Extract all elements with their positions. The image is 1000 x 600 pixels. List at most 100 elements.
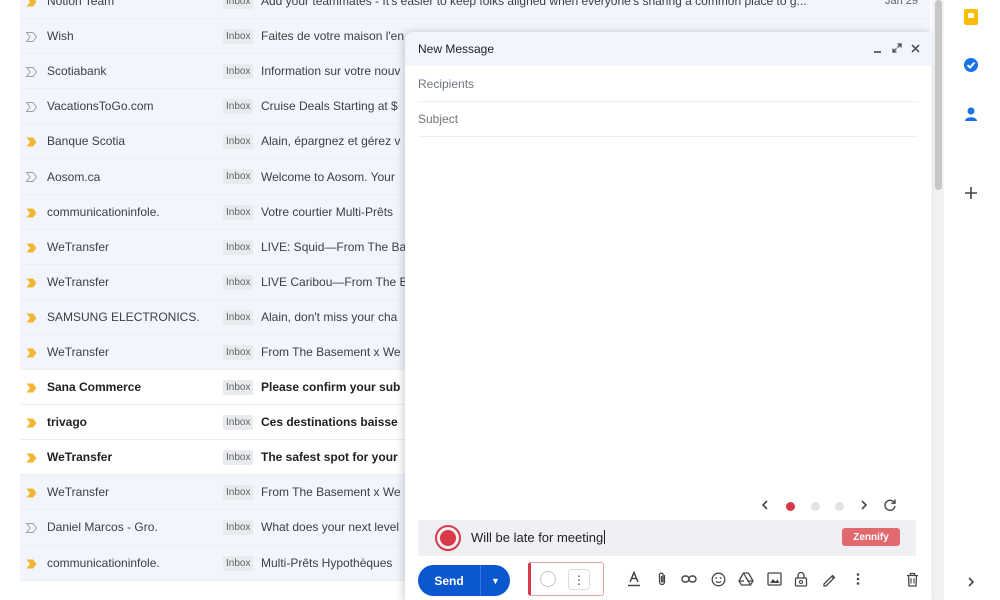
add-icon[interactable] — [962, 184, 980, 202]
compose-toolbar: Send ▼ ⋮ — [418, 562, 918, 598]
inbox-label-badge[interactable]: Inbox — [223, 450, 254, 466]
inbox-label-badge[interactable]: Inbox — [223, 485, 254, 501]
send-label: Send — [434, 573, 464, 588]
important-marker-icon[interactable] — [26, 136, 37, 147]
important-marker-icon[interactable] — [26, 312, 37, 323]
sender-name: Notion Team — [47, 0, 115, 9]
inbox-label-badge[interactable]: Inbox — [223, 380, 254, 396]
sender-name: Daniel Marcos - Gro. — [47, 520, 158, 535]
link-icon[interactable] — [681, 571, 697, 587]
important-marker-icon[interactable] — [26, 242, 37, 253]
zen-logo-icon — [435, 525, 461, 551]
refresh-icon[interactable] — [883, 498, 897, 515]
not-important-marker-icon[interactable] — [25, 31, 38, 43]
send-options-icon[interactable]: ▼ — [481, 576, 510, 586]
more-options-icon[interactable] — [850, 571, 866, 587]
compose-controls — [872, 42, 921, 54]
sender-name: Aosom.ca — [47, 169, 101, 184]
scrollbar-thumb[interactable] — [935, 0, 942, 190]
not-important-marker-icon[interactable] — [25, 101, 38, 113]
gmail-window: Notion Team Inbox Add your teammates - It'… — [0, 0, 1000, 600]
pager-dot[interactable] — [811, 502, 820, 511]
extension-box: ⋮ — [528, 562, 604, 596]
extension-status-icon[interactable] — [540, 571, 556, 587]
sender-name: Sana Commerce — [47, 380, 142, 395]
inbox-label-badge[interactable]: Inbox — [223, 134, 254, 150]
formatting-icon[interactable] — [626, 571, 642, 587]
tasks-icon[interactable] — [962, 56, 980, 74]
side-panel — [948, 0, 1000, 600]
mail-date: Jan 29 — [884, 0, 918, 8]
contacts-icon[interactable] — [962, 105, 980, 123]
important-marker-icon[interactable] — [26, 558, 37, 568]
sender-name: WeTransfer — [47, 344, 110, 359]
drive-icon[interactable] — [738, 571, 754, 587]
recipients-field[interactable] — [418, 67, 918, 102]
sender-name: Wish — [47, 29, 74, 44]
recipients-input[interactable] — [418, 77, 918, 91]
inbox-label-badge[interactable]: Inbox — [223, 239, 254, 255]
important-marker-icon[interactable] — [26, 382, 37, 393]
extension-more-icon[interactable]: ⋮ — [568, 569, 590, 590]
sender-name: WeTransfer — [47, 239, 110, 254]
suggestion-text[interactable]: Will be late for meeting — [471, 530, 606, 545]
mail-subject: Add your teammates - It's easier to keep… — [261, 0, 807, 9]
pager-dot-active[interactable] — [786, 502, 795, 511]
inbox-label-badge[interactable]: Inbox — [223, 204, 254, 220]
table-row[interactable]: Notion Team Inbox Add your teammates - It'… — [20, 0, 930, 20]
important-marker-icon[interactable] — [26, 207, 37, 218]
inbox-label-badge[interactable]: Inbox — [223, 169, 254, 185]
signature-icon[interactable] — [821, 571, 837, 587]
compose-header: New Message — [405, 32, 931, 66]
attach-icon[interactable] — [654, 571, 670, 587]
suggestion-pager — [760, 497, 910, 515]
sender-name: VacationsToGo.com — [47, 99, 154, 114]
sender-name: communicationinfole. — [47, 204, 160, 219]
subject-field[interactable] — [418, 102, 918, 137]
zennify-button[interactable]: Zennify — [842, 528, 900, 546]
insert-photo-icon[interactable] — [766, 571, 782, 587]
expand-panel-icon[interactable] — [962, 573, 980, 591]
inbox-label-badge[interactable]: Inbox — [223, 415, 254, 431]
inbox-label-badge[interactable]: Inbox — [223, 99, 254, 115]
inbox-label-badge[interactable]: Inbox — [223, 0, 254, 9]
inbox-label-badge[interactable]: Inbox — [223, 555, 254, 571]
sender-name: SAMSUNG ELECTRONICS. — [47, 309, 200, 324]
not-important-marker-icon[interactable] — [25, 522, 38, 534]
close-icon[interactable] — [910, 42, 921, 54]
compose-window: New Message Recipients Subject Will be l… — [405, 32, 931, 600]
prev-suggestion-icon[interactable] — [760, 499, 770, 514]
ai-suggestion-bar: Will be late for meeting Zennify — [418, 520, 916, 556]
scrollbar[interactable] — [932, 0, 944, 600]
next-suggestion-icon[interactable] — [859, 499, 869, 514]
sender-name: Scotiabank — [47, 64, 107, 79]
not-important-marker-icon[interactable] — [25, 171, 38, 183]
inbox-label-badge[interactable]: Inbox — [223, 274, 254, 290]
sender-name: WeTransfer — [47, 274, 110, 289]
inbox-label-badge[interactable]: Inbox — [223, 64, 254, 80]
discard-draft-icon[interactable] — [904, 571, 920, 587]
important-marker-icon[interactable] — [26, 452, 37, 463]
sender-name: communicationinfole. — [47, 555, 160, 570]
emoji-icon[interactable] — [710, 571, 726, 587]
sender-name: trivago — [47, 415, 88, 430]
pager-dot[interactable] — [835, 502, 844, 511]
send-button[interactable]: Send ▼ — [418, 565, 510, 596]
subject-input[interactable] — [418, 112, 918, 126]
important-marker-icon[interactable] — [26, 417, 37, 428]
minimize-icon[interactable] — [872, 42, 883, 54]
confidential-mode-icon[interactable] — [793, 571, 809, 587]
not-important-marker-icon[interactable] — [25, 66, 38, 78]
inbox-label-badge[interactable]: Inbox — [223, 309, 254, 325]
important-marker-icon[interactable] — [26, 0, 37, 7]
compose-title: New Message — [418, 42, 495, 56]
keep-icon[interactable] — [962, 8, 980, 26]
inbox-label-badge[interactable]: Inbox — [223, 29, 254, 45]
sender-name: WeTransfer — [47, 450, 113, 465]
inbox-label-badge[interactable]: Inbox — [223, 344, 254, 360]
important-marker-icon[interactable] — [26, 277, 37, 288]
important-marker-icon[interactable] — [26, 347, 37, 358]
important-marker-icon[interactable] — [26, 487, 37, 498]
inbox-label-badge[interactable]: Inbox — [223, 520, 254, 536]
fullscreen-icon[interactable] — [891, 42, 902, 54]
